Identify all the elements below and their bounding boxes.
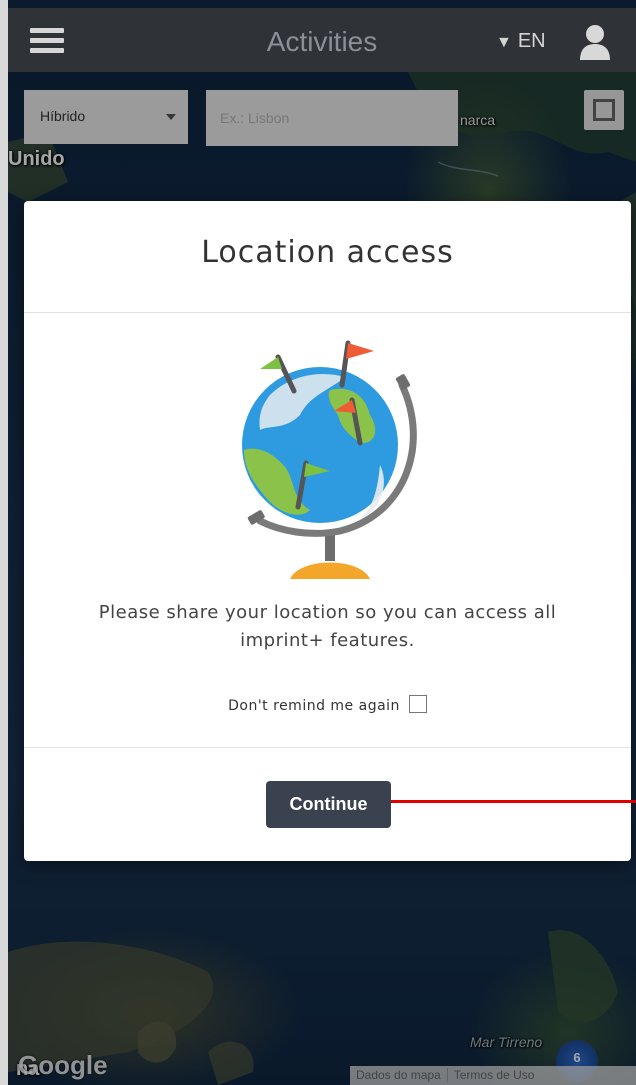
triangle-down-icon: ▼ xyxy=(496,34,512,51)
globe-with-flags-icon xyxy=(242,340,417,579)
remind-row: Don't remind me again xyxy=(24,695,631,714)
language-selector[interactable]: ▼ EN xyxy=(496,30,546,53)
location-access-modal: Location access Please share your locati… xyxy=(24,201,631,861)
left-edge-border xyxy=(0,0,8,1085)
user-icon[interactable] xyxy=(578,24,612,60)
remind-checkbox[interactable] xyxy=(408,695,427,713)
pointer-annotation-line xyxy=(391,800,636,803)
continue-button[interactable]: Continue xyxy=(266,781,391,828)
modal-footer-divider xyxy=(24,747,631,748)
language-label: EN xyxy=(517,30,546,52)
remind-label: Don't remind me again xyxy=(228,698,400,714)
top-navbar: Activities ▼ EN xyxy=(8,8,636,72)
modal-title: Location access xyxy=(201,235,454,270)
modal-header-divider xyxy=(24,312,631,313)
app-frame: na Mar Tirreno Unido Google 6 Dados do m… xyxy=(0,0,636,1085)
location-message: Please share your location so you can ac… xyxy=(98,602,557,651)
